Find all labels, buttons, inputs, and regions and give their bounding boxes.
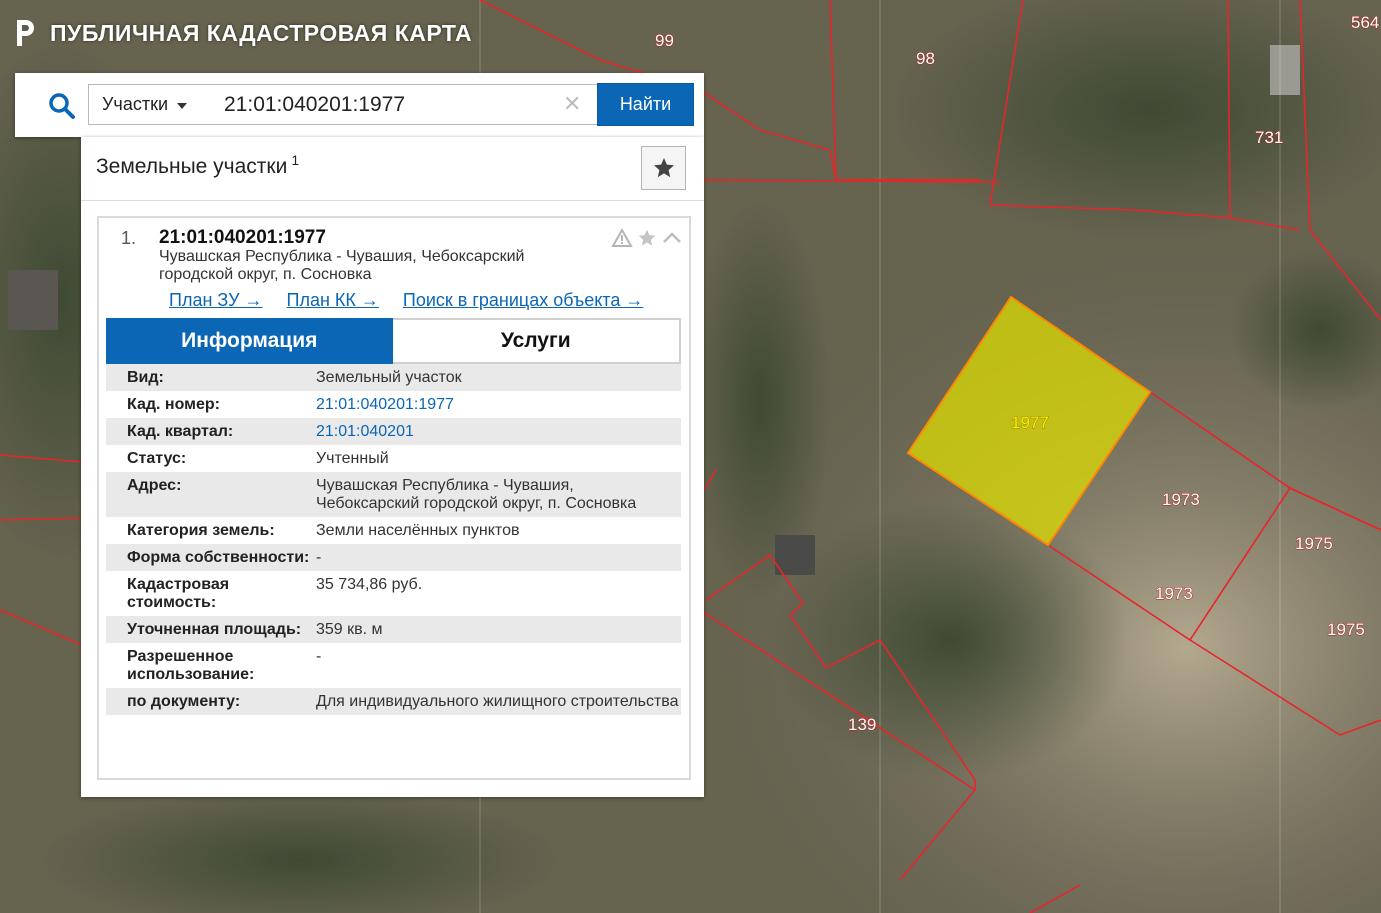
parcel-label: 98 <box>916 49 935 68</box>
results-panel: Земельные участки 1 1. 21:01:040201:1977 … <box>81 137 704 797</box>
star-icon[interactable] <box>636 228 658 248</box>
favorites-button[interactable] <box>641 146 686 190</box>
property-row: Уточненная площадь: 359 кв. м <box>106 616 681 643</box>
building-roof <box>8 270 58 330</box>
star-icon <box>653 158 674 178</box>
parcel-label: 1973 <box>1155 584 1193 603</box>
property-row: по документу: Для индивидуального жилищно… <box>106 688 681 715</box>
parcel-label: 1975 <box>1295 534 1333 553</box>
property-label: по документу: <box>127 693 241 710</box>
property-row: Адрес: Чувашская Республика - Чувашия, Че… <box>106 472 681 517</box>
property-row: Разрешенное использование: - <box>106 643 681 688</box>
find-button-label: Найти <box>619 94 672 114</box>
property-label: Разрешенное использование: <box>127 648 255 683</box>
parcel-label: 731 <box>1255 128 1283 147</box>
tree-cluster <box>770 500 1130 780</box>
building-roof <box>775 535 815 575</box>
link-plan-kk[interactable]: План КК → <box>287 290 379 311</box>
result-card: 1. 21:01:040201:1977 Чувашская Республик… <box>97 216 691 780</box>
property-label: Вид: <box>127 369 164 386</box>
results-count: 1 <box>291 152 300 168</box>
parcel-label: 1975 <box>1327 620 1365 639</box>
result-address-line: Чувашская Республика - Чувашия, Чебоксар… <box>159 248 525 265</box>
chevron-down-icon <box>177 102 187 109</box>
property-value[interactable]: 21:01:040201:1977 <box>316 396 681 414</box>
property-row: Кадастровая стоимость: 35 734,86 руб. <box>106 571 681 616</box>
app-brand[interactable]: ПУБЛИЧНАЯ КАДАСТРОВАЯ КАРТА <box>14 18 472 48</box>
property-label: Категория земель: <box>127 522 275 539</box>
clear-icon[interactable]: ✕ <box>563 93 581 115</box>
building-roof <box>1270 45 1300 95</box>
results-title-text: Земельные участки <box>96 155 288 178</box>
property-value: - <box>316 549 322 566</box>
property-value: Чувашская Республика - Чувашия, Чебоксар… <box>316 477 637 512</box>
result-index: 1. <box>121 228 137 248</box>
parcel-label: 99 <box>655 31 674 50</box>
property-row: Статус: Учтенный <box>106 445 681 472</box>
parcel-label: 564 <box>1351 13 1379 32</box>
property-label: Форма собственности: <box>127 549 310 566</box>
search-icon[interactable] <box>48 92 76 120</box>
property-value: Для индивидуального жилищного строительс… <box>316 693 679 710</box>
property-value: Земли населённых пунктов <box>316 522 520 539</box>
search-input[interactable] <box>204 84 598 125</box>
link-search-in-bounds[interactable]: Поиск в границах объекта → <box>403 290 643 311</box>
rosreestr-logo-icon <box>17 20 34 46</box>
property-row: Форма собственности: - <box>106 544 681 571</box>
divider <box>81 200 704 201</box>
warning-icon[interactable] <box>611 228 633 248</box>
result-links: План ЗУ → План КК → Поиск в границах объ… <box>169 290 643 311</box>
property-row: Категория земель: Земли населённых пункто… <box>106 517 681 544</box>
link-plan-zu[interactable]: План ЗУ → <box>169 290 263 311</box>
result-cadastral-number[interactable]: 21:01:040201:1977 <box>159 227 326 249</box>
property-value: 359 кв. м <box>316 621 383 638</box>
properties-table: Вид: Земельный участок Кад. номер: 21:01:04… <box>106 364 681 715</box>
find-button[interactable]: Найти <box>597 83 694 126</box>
property-row: Вид: Земельный участок <box>106 364 681 391</box>
property-label: Кад. номер: <box>127 396 220 413</box>
result-tools <box>611 228 683 248</box>
property-label: Кад. квартал: <box>127 423 234 440</box>
tab-services[interactable]: Услуги <box>392 318 681 364</box>
category-select[interactable]: Участки <box>88 84 205 125</box>
result-address: Чувашская Республика - Чувашия, Чебоксар… <box>159 248 599 284</box>
result-tabs: Информация Услуги <box>106 318 681 364</box>
parcel-label: 1973 <box>1162 490 1200 509</box>
property-label: Уточненная площадь: <box>127 621 302 638</box>
chevron-up-icon[interactable] <box>661 228 683 248</box>
app-title: ПУБЛИЧНАЯ КАДАСТРОВАЯ КАРТА <box>50 19 473 46</box>
results-title: Земельные участки 1 <box>96 152 299 179</box>
property-value: Учтенный <box>316 450 389 467</box>
property-label: Адрес: <box>127 477 182 494</box>
property-row: Кад. квартал: 21:01:040201 <box>106 418 681 445</box>
property-value: 35 734,86 руб. <box>316 576 423 593</box>
property-label: Кадастровая стоимость: <box>127 576 230 611</box>
property-label: Статус: <box>127 450 187 467</box>
parcel-label: 1977 <box>1011 413 1049 432</box>
property-value: Земельный участок <box>316 369 462 386</box>
category-select-value: Участки <box>102 94 168 114</box>
property-value: - <box>316 648 322 665</box>
result-address-line: городской округ, п. Сосновка <box>159 266 372 283</box>
property-row: Кад. номер: 21:01:040201:1977 <box>106 391 681 418</box>
tab-info[interactable]: Информация <box>106 318 393 364</box>
property-value[interactable]: 21:01:040201 <box>316 423 681 441</box>
parcel-label: 139 <box>848 715 876 734</box>
